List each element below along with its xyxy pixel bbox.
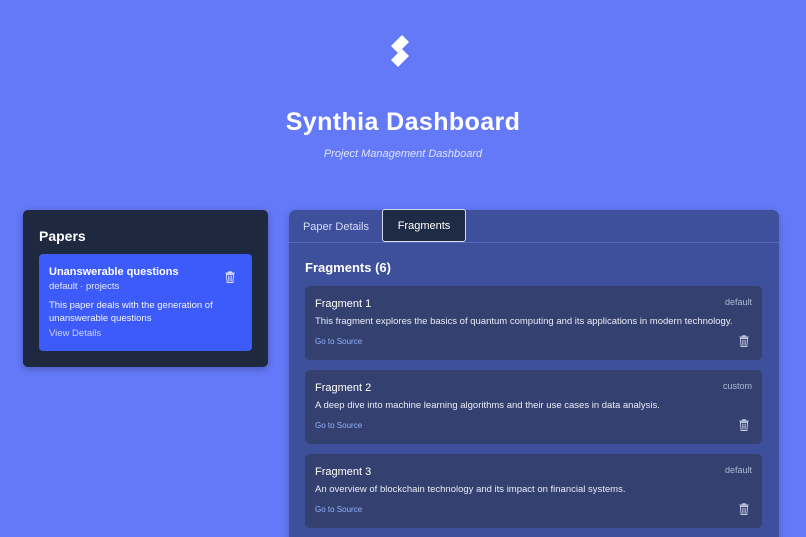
fragment-tag: default xyxy=(724,297,752,307)
fragment-description: A deep dive into machine learning algori… xyxy=(315,400,660,411)
view-details-link[interactable]: View Details xyxy=(49,328,101,339)
tab-fragments[interactable]: Fragments xyxy=(382,209,466,242)
dashboard-page: Synthia Dashboard Project Management Das… xyxy=(0,0,806,537)
fragment-card: Fragment 3 default An overview of blockc… xyxy=(305,454,762,528)
tab-bar: Paper Details Fragments xyxy=(289,209,779,243)
fragment-title: Fragment 3 xyxy=(315,466,372,478)
page-subtitle: Project Management Dashboard xyxy=(323,148,483,160)
fragment-card: Fragment 1 default This fragment explore… xyxy=(305,286,762,360)
go-to-source-link[interactable]: Go to Source xyxy=(315,505,362,514)
trash-icon[interactable] xyxy=(224,271,236,283)
fragment-title: Fragment 2 xyxy=(315,382,372,394)
trash-icon[interactable] xyxy=(738,335,750,347)
go-to-source-link[interactable]: Go to Source xyxy=(315,337,362,346)
page-title: Synthia Dashboard xyxy=(285,108,521,136)
fragments-heading: Fragments (6) xyxy=(305,260,391,275)
fragment-card: Fragment 2 custom A deep dive into machi… xyxy=(305,370,762,444)
fragment-tag: custom xyxy=(722,381,752,391)
go-to-source-link[interactable]: Go to Source xyxy=(315,421,362,430)
paper-meta: default · projects xyxy=(49,281,120,292)
tab-paper-details[interactable]: Paper Details xyxy=(295,210,377,243)
papers-heading: Papers xyxy=(39,228,86,244)
trash-icon[interactable] xyxy=(738,503,750,515)
synthia-logo-icon xyxy=(391,35,409,67)
fragment-title: Fragment 1 xyxy=(315,298,372,310)
fragment-description: This fragment explores the basics of qua… xyxy=(315,316,733,327)
paper-card[interactable]: Unanswerable questions default · project… xyxy=(39,254,252,351)
paper-name: Unanswerable questions xyxy=(49,266,179,278)
fragment-tag: default xyxy=(724,465,752,475)
main-panel: Paper Details Fragments Fragments (6) Fr… xyxy=(289,209,779,537)
paper-description: This paper deals with the generation of … xyxy=(49,300,213,324)
trash-icon[interactable] xyxy=(738,419,750,431)
papers-panel: Papers Unanswerable questions default · … xyxy=(23,210,268,367)
fragment-description: An overview of blockchain technology and… xyxy=(315,484,626,495)
